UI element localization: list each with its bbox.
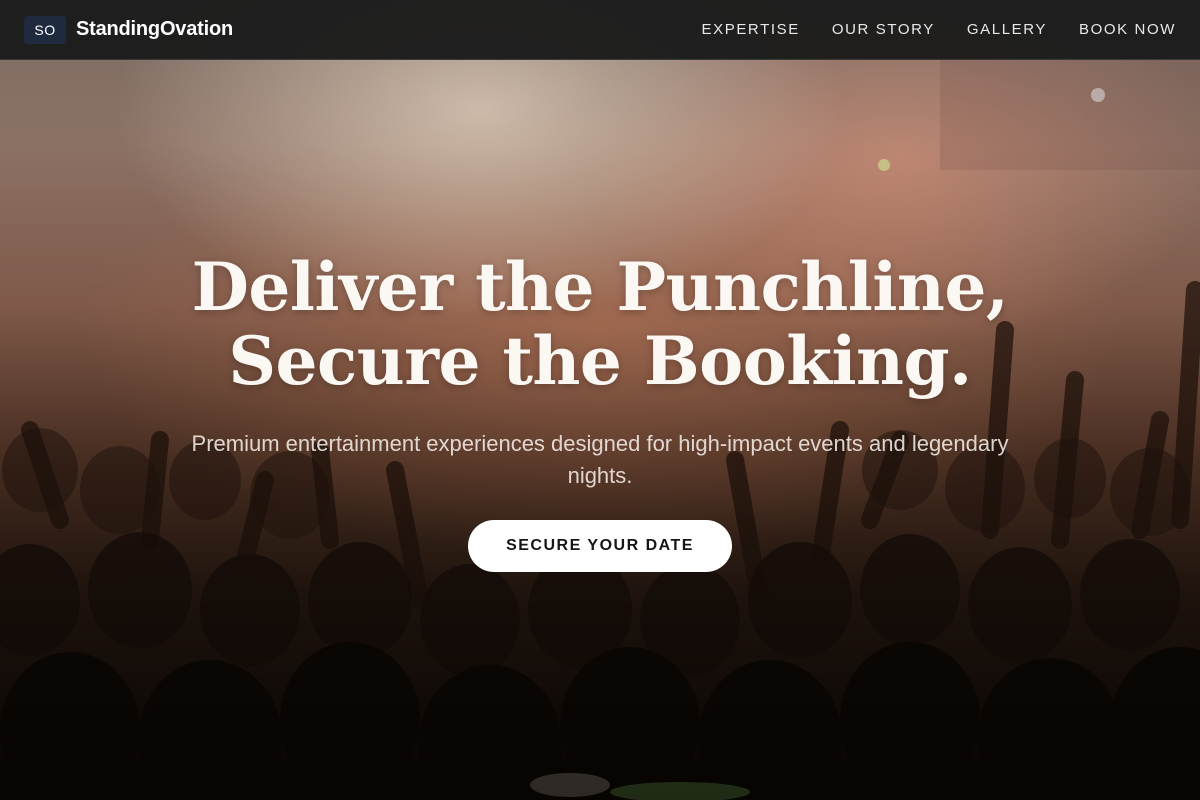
- nav-link-book-now[interactable]: BOOK NOW: [1079, 21, 1176, 38]
- hero-headline-line-1: Deliver the Punchline,: [191, 248, 1009, 326]
- secure-your-date-button[interactable]: SECURE YOUR DATE: [468, 520, 732, 572]
- brand-badge: SO: [24, 15, 66, 44]
- main-nav: EXPERTISE OUR STORY GALLERY BOOK NOW: [702, 21, 1176, 38]
- hero-headline-line-2: Secure the Booking.: [228, 322, 972, 400]
- brand-name: StandingOvation: [76, 18, 234, 40]
- nav-link-our-story[interactable]: OUR STORY: [832, 21, 935, 38]
- site-header: SO StandingOvation EXPERTISE OUR STORY G…: [0, 0, 1200, 60]
- hero-section: Deliver the Punchline, Secure the Bookin…: [0, 250, 1200, 572]
- hero-headline: Deliver the Punchline, Secure the Bookin…: [0, 250, 1200, 398]
- nav-link-gallery[interactable]: GALLERY: [967, 21, 1047, 38]
- hero-subtitle: Premium entertainment experiences design…: [191, 431, 1009, 488]
- brand-logo[interactable]: SO StandingOvation: [24, 15, 234, 44]
- nav-link-expertise[interactable]: EXPERTISE: [702, 21, 800, 38]
